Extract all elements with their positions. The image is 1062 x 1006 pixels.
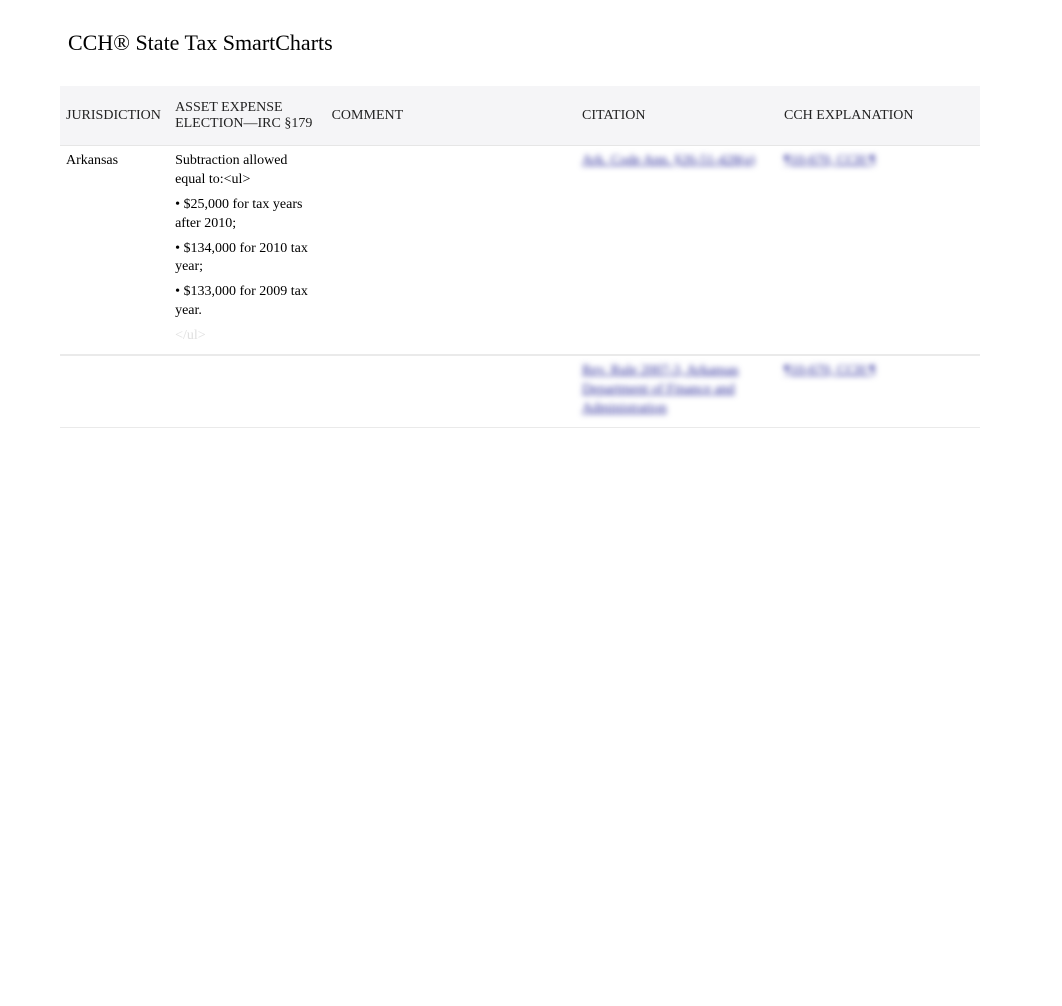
table-header-row: JURISDICTION ASSET EXPENSE ELECTION—IRC … [60, 86, 980, 146]
citation-link[interactable]: Rev. Rule 2007-3, Arkansas Department of… [582, 363, 739, 416]
cch-explanation-link[interactable]: ¶10-670, CCH ¶ [784, 153, 876, 168]
col-cch-explanation: CCH EXPLANATION [778, 86, 980, 146]
cell-citation: Ark. Code Ann. §26-51-428(a) [576, 146, 778, 355]
cell-comment [326, 355, 576, 428]
cell-jurisdiction: Arkansas [60, 146, 169, 355]
cell-cch-explanation: ¶10-670, CCH ¶ [778, 355, 980, 428]
asset-expense-bullet: • $25,000 for tax years after 2010; [175, 196, 320, 234]
cch-explanation-link[interactable]: ¶10-670, CCH ¶ [784, 363, 876, 378]
asset-expense-bullet: • $134,000 for 2010 tax year; [175, 240, 320, 278]
asset-expense-bullet: • $133,000 for 2009 tax year. [175, 283, 320, 321]
col-citation: CITATION [576, 86, 778, 146]
cell-jurisdiction [60, 355, 169, 428]
smartchart-table: JURISDICTION ASSET EXPENSE ELECTION—IRC … [60, 86, 980, 428]
col-comment: COMMENT [326, 86, 576, 146]
asset-expense-trail: </ul> [175, 328, 206, 343]
table-row: Rev. Rule 2007-3, Arkansas Department of… [60, 355, 980, 428]
table-row: Arkansas Subtraction allowed equal to:<u… [60, 146, 980, 355]
cell-comment [326, 146, 576, 355]
cell-asset-expense [169, 355, 326, 428]
col-asset-expense: ASSET EXPENSE ELECTION—IRC §179 [169, 86, 326, 146]
asset-expense-intro: Subtraction allowed equal to:<ul> [175, 153, 287, 187]
col-jurisdiction: JURISDICTION [60, 86, 169, 146]
cell-cch-explanation: ¶10-670, CCH ¶ [778, 146, 980, 355]
smartchart-table-wrap: JURISDICTION ASSET EXPENSE ELECTION—IRC … [60, 86, 1002, 428]
cell-citation: Rev. Rule 2007-3, Arkansas Department of… [576, 355, 778, 428]
citation-link[interactable]: Ark. Code Ann. §26-51-428(a) [582, 153, 755, 168]
cell-asset-expense: Subtraction allowed equal to:<ul> • $25,… [169, 146, 326, 355]
page-title: CCH® State Tax SmartCharts [68, 30, 1022, 56]
